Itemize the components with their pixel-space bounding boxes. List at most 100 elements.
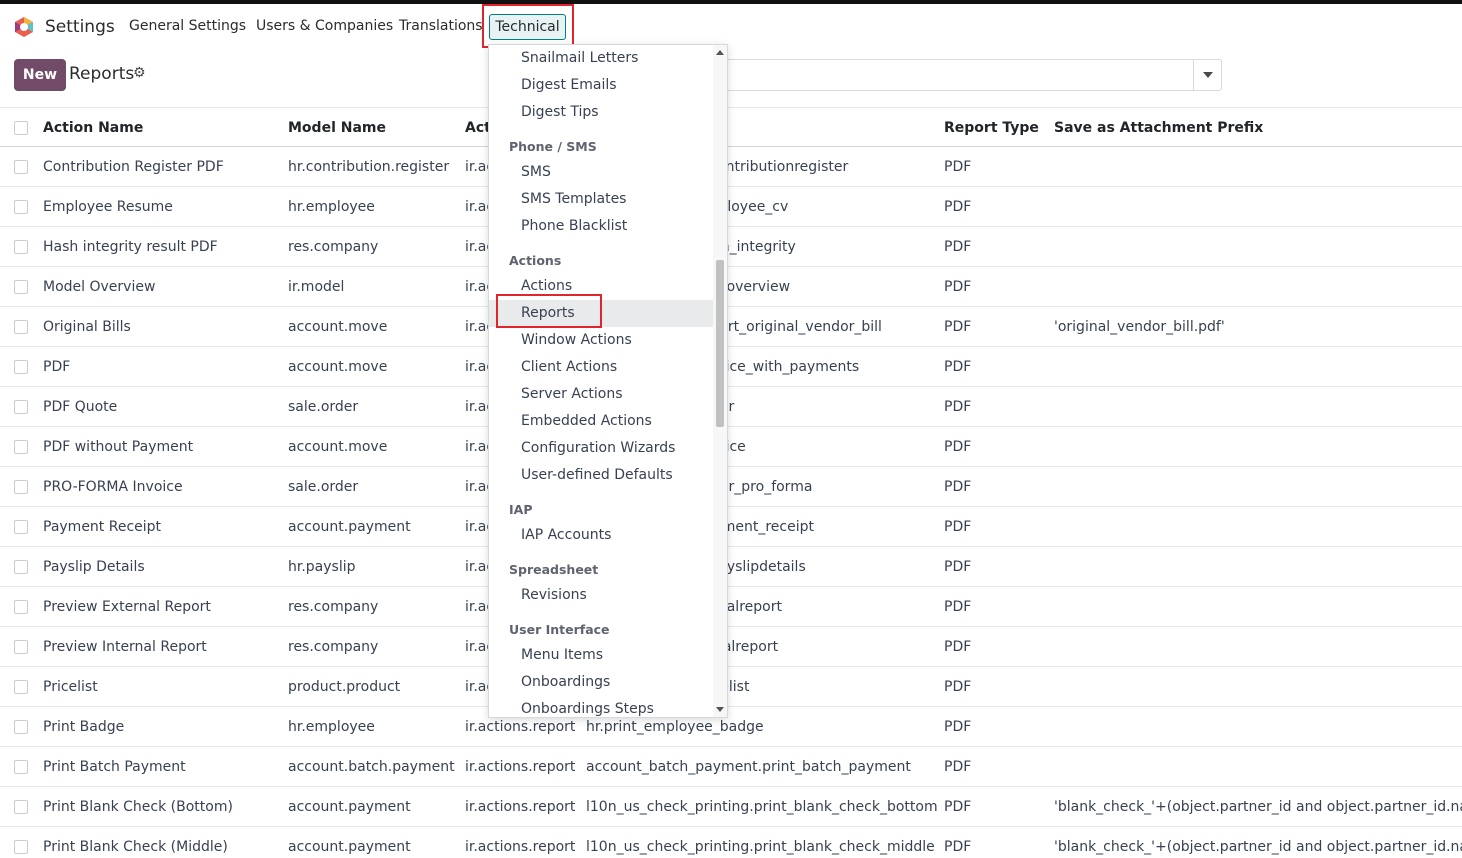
table-row[interactable]: PDFaccount.moveir.actions.reportaccount.… bbox=[0, 347, 1462, 387]
row-checkbox[interactable] bbox=[14, 640, 28, 654]
row-checkbox[interactable] bbox=[14, 600, 28, 614]
menu-general-settings[interactable]: General Settings bbox=[129, 18, 246, 34]
menu-item-menu-items[interactable]: Menu Items bbox=[521, 647, 603, 663]
cell-action-name: Print Batch Payment bbox=[43, 759, 186, 775]
scroll-up-icon[interactable] bbox=[716, 50, 724, 55]
row-checkbox[interactable] bbox=[14, 520, 28, 534]
cell-action-name: Pricelist bbox=[43, 679, 98, 695]
row-checkbox[interactable] bbox=[14, 400, 28, 414]
menu-item-digest-emails[interactable]: Digest Emails bbox=[521, 77, 617, 93]
cell-action-name: Hash integrity result PDF bbox=[43, 239, 218, 255]
table-row[interactable]: PRO-FORMA Invoicesale.orderir.actions.re… bbox=[0, 467, 1462, 507]
menu-item-user-defined-defaults[interactable]: User-defined Defaults bbox=[521, 467, 673, 483]
menu-section-header: Phone / SMS bbox=[509, 139, 597, 154]
search-input[interactable] bbox=[720, 59, 1222, 91]
row-checkbox[interactable] bbox=[14, 840, 28, 854]
menu-item-configuration-wizards[interactable]: Configuration Wizards bbox=[521, 440, 675, 456]
cell-report-type: PDF bbox=[944, 759, 972, 775]
menu-item-server-actions[interactable]: Server Actions bbox=[521, 386, 623, 402]
gear-icon[interactable]: ⚙ bbox=[133, 65, 146, 81]
row-checkbox[interactable] bbox=[14, 800, 28, 814]
menu-item-sms-templates[interactable]: SMS Templates bbox=[521, 191, 626, 207]
table-row[interactable]: Hash integrity result PDFres.companyir.a… bbox=[0, 227, 1462, 267]
menu-item-onboardings-steps[interactable]: Onboardings Steps bbox=[521, 701, 654, 717]
cell-action-name: Print Badge bbox=[43, 719, 125, 735]
menu-users-companies[interactable]: Users & Companies bbox=[256, 18, 393, 34]
main-navbar: Settings General Settings Users & Compan… bbox=[0, 4, 1462, 48]
new-button[interactable]: New bbox=[14, 59, 66, 91]
header-report-type[interactable]: Report Type bbox=[944, 108, 1049, 148]
cell-model-name: account.payment bbox=[288, 839, 411, 855]
cell-action-type: ir.actions.report bbox=[465, 759, 576, 775]
table-row[interactable]: Preview Internal Reportres.companyir.act… bbox=[0, 627, 1462, 667]
table-row[interactable]: Original Billsaccount.moveir.actions.rep… bbox=[0, 307, 1462, 347]
header-attachment-prefix[interactable]: Save as Attachment Prefix bbox=[1054, 108, 1462, 148]
cell-report-type: PDF bbox=[944, 559, 972, 575]
cell-model-name: sale.order bbox=[288, 399, 359, 415]
cell-attachment-prefix bbox=[1054, 187, 1462, 227]
table-row[interactable]: Payslip Detailshr.payslipir.actions.repo… bbox=[0, 547, 1462, 587]
cell-attachment-prefix bbox=[1054, 707, 1462, 747]
odoo-logo-icon[interactable] bbox=[13, 16, 35, 38]
table-row[interactable]: Print Badge hr.employee ir.actions.report h… bbox=[0, 707, 1462, 747]
table-row[interactable]: Pricelistproduct.productir.actions.repor… bbox=[0, 667, 1462, 707]
scroll-down-icon[interactable] bbox=[716, 707, 724, 712]
scroll-thumb[interactable] bbox=[716, 260, 724, 427]
menu-item-window-actions[interactable]: Window Actions bbox=[521, 332, 632, 348]
cell-action-type: ir.actions.report bbox=[465, 799, 576, 815]
table-row[interactable]: Print Blank Check (Middle) account.paymen… bbox=[0, 827, 1462, 858]
caret-down-icon[interactable] bbox=[1193, 60, 1221, 90]
select-all-checkbox[interactable] bbox=[14, 121, 28, 135]
table-row[interactable]: PDF without Paymentaccount.moveir.action… bbox=[0, 427, 1462, 467]
table-row[interactable]: Employee Resumehr.employeeir.actions.rep… bbox=[0, 187, 1462, 227]
reports-table: Action Name Model Name Action Type Templ… bbox=[0, 107, 1462, 858]
header-action-name[interactable]: Action Name bbox=[43, 108, 283, 148]
row-checkbox[interactable] bbox=[14, 720, 28, 734]
row-checkbox[interactable] bbox=[14, 360, 28, 374]
technical-dropdown-menu: Snailmail Letters Digest Emails Digest Tip… bbox=[488, 44, 728, 718]
header-model-name[interactable]: Model Name bbox=[288, 108, 463, 148]
app-name[interactable]: Settings bbox=[45, 17, 115, 37]
cell-action-name: Preview External Report bbox=[43, 599, 211, 615]
menu-section-header: Spreadsheet bbox=[509, 562, 599, 577]
cell-attachment-prefix: 'blank_check_'+(object.partner_id and ob… bbox=[1054, 839, 1462, 855]
page-title: Reports bbox=[69, 64, 135, 84]
row-checkbox[interactable] bbox=[14, 760, 28, 774]
cell-model-name: account.payment bbox=[288, 519, 411, 535]
table-row[interactable]: Contribution Register PDF hr.contribution… bbox=[0, 147, 1462, 187]
menu-item-client-actions[interactable]: Client Actions bbox=[521, 359, 617, 375]
cell-attachment-prefix bbox=[1054, 587, 1462, 627]
row-checkbox[interactable] bbox=[14, 440, 28, 454]
row-checkbox[interactable] bbox=[14, 320, 28, 334]
dropdown-scrollbar[interactable] bbox=[713, 45, 727, 717]
menu-item-phone-blacklist[interactable]: Phone Blacklist bbox=[521, 218, 627, 234]
table-row[interactable]: Preview External Reportres.companyir.act… bbox=[0, 587, 1462, 627]
row-checkbox[interactable] bbox=[14, 160, 28, 174]
table-row[interactable]: Print Blank Check (Bottom) account.paymen… bbox=[0, 787, 1462, 827]
menu-item-digest-tips[interactable]: Digest Tips bbox=[521, 104, 599, 120]
cell-model-name: hr.employee bbox=[288, 199, 375, 215]
menu-translations[interactable]: Translations bbox=[399, 18, 483, 34]
menu-item-snailmail-letters[interactable]: Snailmail Letters bbox=[521, 50, 638, 66]
table-row[interactable]: Model Overviewir.modelir.actions.reportb… bbox=[0, 267, 1462, 307]
menu-item-iap-accounts[interactable]: IAP Accounts bbox=[521, 527, 611, 543]
cell-report-type: PDF bbox=[944, 719, 972, 735]
cell-template-name: l10n_us_check_printing.print_blank_check… bbox=[586, 799, 938, 815]
menu-item-sms[interactable]: SMS bbox=[521, 164, 551, 180]
menu-item-revisions[interactable]: Revisions bbox=[521, 587, 587, 603]
cell-attachment-prefix: 'original_vendor_bill.pdf' bbox=[1054, 319, 1225, 335]
row-checkbox[interactable] bbox=[14, 560, 28, 574]
row-checkbox[interactable] bbox=[14, 240, 28, 254]
menu-item-actions[interactable]: Actions bbox=[521, 278, 572, 294]
row-checkbox[interactable] bbox=[14, 480, 28, 494]
row-checkbox[interactable] bbox=[14, 680, 28, 694]
row-checkbox[interactable] bbox=[14, 200, 28, 214]
row-checkbox[interactable] bbox=[14, 280, 28, 294]
table-row[interactable]: Print Batch Payment account.batch.payment… bbox=[0, 747, 1462, 787]
cell-action-name: PDF without Payment bbox=[43, 439, 194, 455]
table-row[interactable]: PDF Quotesale.orderir.actions.reportsale… bbox=[0, 387, 1462, 427]
menu-item-embedded-actions[interactable]: Embedded Actions bbox=[521, 413, 652, 429]
menu-item-onboardings[interactable]: Onboardings bbox=[521, 674, 610, 690]
cell-report-type: PDF bbox=[944, 639, 972, 655]
table-row[interactable]: Payment Receiptaccount.paymentir.actions… bbox=[0, 507, 1462, 547]
